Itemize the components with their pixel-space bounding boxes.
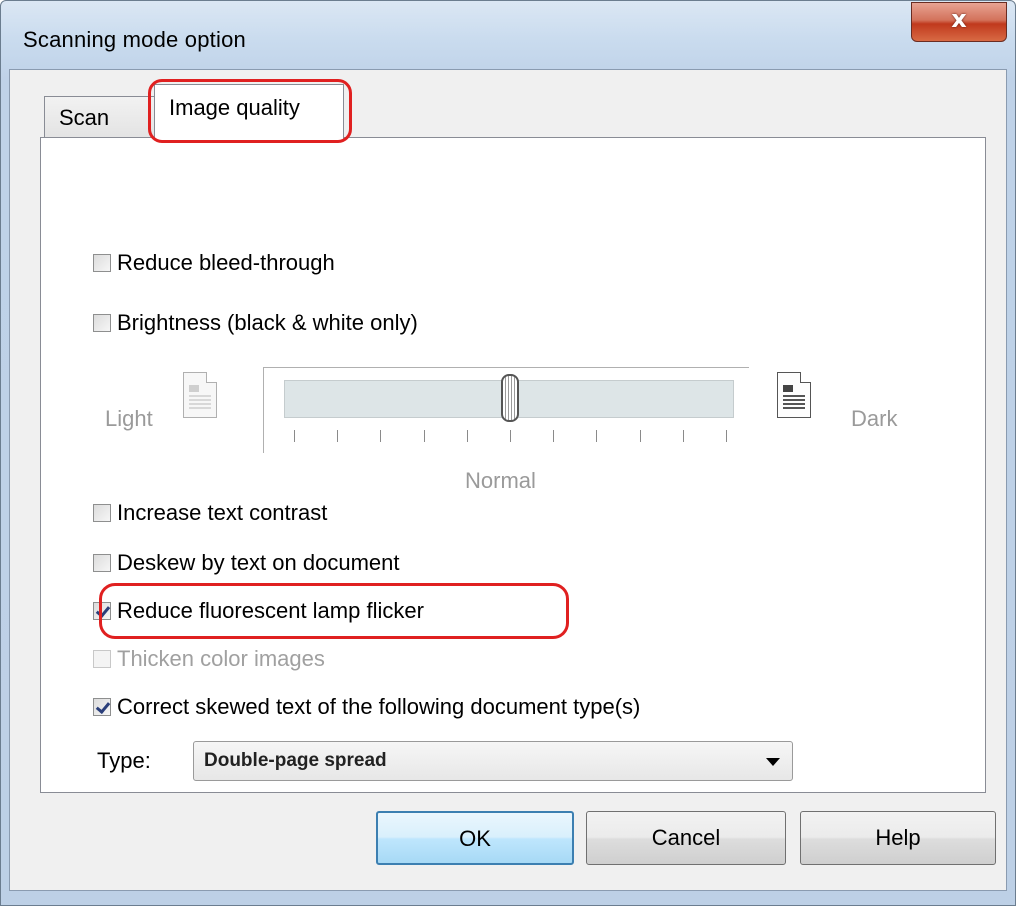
slider-tick [726,430,727,442]
deskew-by-text-checkbox[interactable] [93,554,111,572]
dialog-title: Scanning mode option [23,27,246,52]
option-thicken-color-images: Thicken color images [93,644,325,674]
slider-tick [337,430,339,442]
document-type-value: Double-page spread [204,750,387,771]
scanning-mode-dialog: Scanning mode option x Scan Image qualit… [0,0,1016,906]
slider-normal-label: Normal [465,468,536,493]
option-brightness[interactable]: Brightness (black & white only) [93,308,418,338]
deskew-by-text-label: Deskew by text on document [117,550,400,575]
slider-tick [596,430,598,442]
title-bar[interactable]: Scanning mode option x [1,1,1015,71]
slider-dark-label: Dark [851,406,898,431]
option-reduce-flicker[interactable]: Reduce fluorescent lamp flicker [93,596,424,626]
option-increase-text-contrast[interactable]: Increase text contrast [93,498,327,528]
dark-document-icon [777,372,811,418]
image-quality-panel: Reduce bleed-through Brightness (black &… [40,137,986,793]
tab-image-quality-label: Image quality [169,95,300,120]
slider-tick [510,430,511,442]
thicken-color-images-checkbox [93,650,111,668]
option-correct-skewed-text[interactable]: Correct skewed text of the following doc… [93,692,640,722]
brightness-slider[interactable] [263,367,749,453]
increase-text-contrast-label: Increase text contrast [117,500,328,525]
dropdown-arrow-icon[interactable] [766,758,780,766]
correct-skewed-text-label: Correct skewed text of the following doc… [117,694,641,719]
slider-tick [553,430,555,442]
tab-scan-label: Scan [59,105,110,130]
reduce-flicker-label: Reduce fluorescent lamp flicker [117,598,424,623]
thicken-color-images-label: Thicken color images [117,646,325,671]
tab-image-quality[interactable]: Image quality [154,84,344,139]
cancel-button[interactable]: Cancel [586,811,786,865]
slider-tick [294,430,295,442]
brightness-slider-thumb[interactable] [501,374,519,422]
tab-scan[interactable]: Scan [44,96,156,138]
option-deskew-by-text[interactable]: Deskew by text on document [93,548,399,578]
slider-tick [639,430,641,442]
dialog-client-area: Scan Image quality Reduce bleed-through … [9,69,1007,891]
brightness-checkbox[interactable] [93,314,111,332]
close-icon: x [951,5,967,33]
close-button[interactable]: x [911,2,1007,42]
slider-tick [466,430,468,442]
document-type-select[interactable]: Double-page spread [193,741,793,781]
correct-skewed-text-checkbox[interactable] [93,698,111,716]
brightness-label: Brightness (black & white only) [117,310,418,335]
option-reduce-bleed-through[interactable]: Reduce bleed-through [93,248,335,278]
slider-light-label: Light [105,406,153,431]
reduce-bleed-through-checkbox[interactable] [93,254,111,272]
increase-text-contrast-checkbox[interactable] [93,504,111,522]
reduce-flicker-checkbox[interactable] [93,602,111,620]
slider-tick [423,430,425,442]
help-button[interactable]: Help [800,811,996,865]
ok-button[interactable]: OK [376,811,574,865]
light-document-icon [183,372,217,418]
reduce-bleed-through-label: Reduce bleed-through [117,250,335,275]
slider-tick [380,430,382,442]
type-label: Type: [97,748,151,773]
slider-tick [682,430,684,442]
